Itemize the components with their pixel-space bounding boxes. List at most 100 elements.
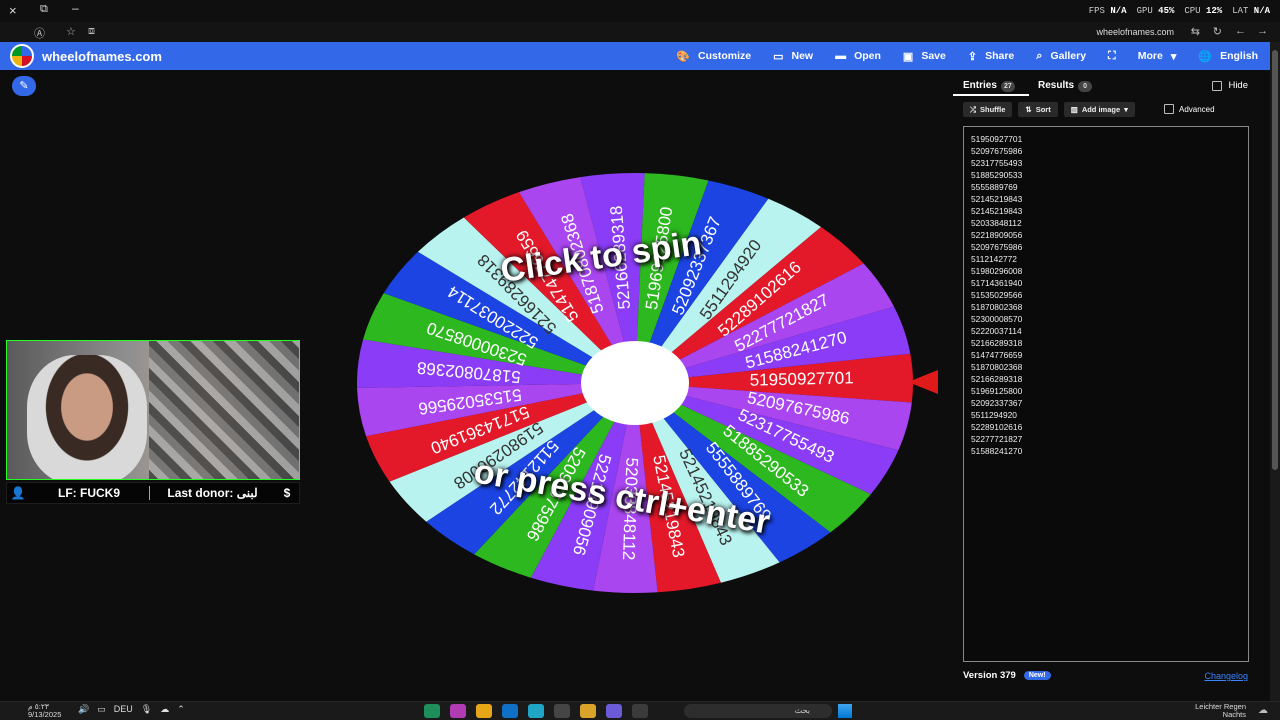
- save-label: Save: [921, 50, 946, 62]
- fullscreen-button[interactable]: ⛶: [1108, 50, 1116, 63]
- app-icon-2[interactable]: [450, 704, 466, 718]
- clock-date: 9/13/2025: [28, 710, 62, 719]
- outlook-icon[interactable]: [502, 704, 518, 718]
- entry-row[interactable]: 5511294920: [971, 409, 1241, 421]
- taskbar-search[interactable]: بحث: [684, 704, 832, 718]
- cpu-value: 12%: [1205, 6, 1223, 16]
- entry-row[interactable]: 51980296008: [971, 265, 1241, 277]
- back-icon[interactable]: ←: [1235, 25, 1246, 37]
- add-image-button[interactable]: ▨ Add image ▾: [1063, 102, 1135, 117]
- entry-row[interactable]: 52277721827: [971, 433, 1241, 445]
- entry-row[interactable]: 51714361940: [971, 277, 1241, 289]
- advanced-label: Advanced: [1179, 104, 1215, 114]
- profile-icon[interactable]: Ⓐ: [34, 25, 45, 41]
- copilot-icon[interactable]: [606, 704, 622, 718]
- chevron-up-icon[interactable]: ⌃: [177, 704, 185, 715]
- entry-row[interactable]: 52033848112: [971, 217, 1241, 229]
- entry-row[interactable]: 51535029566: [971, 289, 1241, 301]
- results-tab-label: Results: [1038, 80, 1075, 91]
- clock[interactable]: ٥:٢٣ م 9/13/2025: [28, 703, 61, 719]
- advanced-checkbox[interactable]: [1164, 104, 1174, 114]
- mic-icon[interactable]: 🎙: [141, 704, 152, 715]
- folder-icon: ▬: [835, 50, 847, 62]
- extension-icon[interactable]: ⧈: [88, 25, 95, 38]
- entry-row[interactable]: 52220037114: [971, 325, 1241, 337]
- new-badge: New!: [1023, 671, 1051, 680]
- wheel-center-hub[interactable]: [581, 341, 689, 425]
- edge-icon[interactable]: [528, 704, 544, 718]
- system-tray: 🔊 ▭ DEU 🎙 ☁ ⌃: [78, 704, 185, 715]
- entry-row[interactable]: 51588241270: [971, 445, 1241, 457]
- wheel-logo-icon[interactable]: [10, 44, 34, 68]
- entry-row[interactable]: 52166289318: [971, 373, 1241, 385]
- star-icon[interactable]: ☆: [66, 25, 76, 38]
- entry-row[interactable]: 52145219843: [971, 205, 1241, 217]
- entry-row[interactable]: 52097675986: [971, 145, 1241, 157]
- changelog-link[interactable]: Changelog: [1204, 671, 1248, 681]
- url-text[interactable]: wheelofnames.com: [1096, 27, 1174, 37]
- wheel-pointer-icon: [908, 370, 938, 394]
- weather-widget[interactable]: Leichter Regen Nachts: [1195, 703, 1246, 719]
- entry-row[interactable]: 51885290533: [971, 169, 1241, 181]
- entry-row[interactable]: 51870802368: [971, 361, 1241, 373]
- new-button[interactable]: ▭ New: [773, 50, 813, 63]
- language-button[interactable]: 🌐 English: [1198, 50, 1258, 63]
- entries-textarea[interactable]: 51950927701 52097675986 52317755493 5188529…: [963, 126, 1249, 662]
- edit-pencil-button[interactable]: ✎: [12, 76, 36, 96]
- task-view-icon[interactable]: [632, 704, 648, 718]
- share-button[interactable]: ⇪ Share: [968, 50, 1014, 63]
- results-count-badge: 0: [1078, 81, 1093, 92]
- shuffle-button[interactable]: ⤮ Shuffle: [963, 102, 1013, 117]
- open-button[interactable]: ▬ Open: [835, 50, 881, 62]
- advanced-toggle[interactable]: Advanced: [1164, 104, 1215, 114]
- entry-row[interactable]: 51950927701: [971, 133, 1241, 145]
- restore-icon[interactable]: ⧉: [40, 3, 48, 16]
- page-scrollbar[interactable]: [1270, 42, 1280, 702]
- entry-row[interactable]: 5112142772: [971, 253, 1241, 265]
- minimize-icon[interactable]: –: [72, 1, 79, 15]
- entry-row[interactable]: 52092337367: [971, 397, 1241, 409]
- reload-icon[interactable]: ↻: [1213, 25, 1222, 38]
- entry-row[interactable]: 51474776659: [971, 349, 1241, 361]
- network-icon[interactable]: ▭: [97, 704, 106, 715]
- close-icon[interactable]: ×: [9, 3, 17, 18]
- hide-label: Hide: [1228, 80, 1248, 91]
- entry-row[interactable]: 52145219843: [971, 193, 1241, 205]
- cloud-icon[interactable]: ☁: [160, 704, 169, 715]
- chrome-icon[interactable]: [476, 704, 492, 718]
- entry-row[interactable]: 52218909056: [971, 229, 1241, 241]
- hide-toggle[interactable]: Hide: [1212, 80, 1248, 91]
- windows-start-icon[interactable]: [838, 704, 852, 718]
- wheel-segment-label: 51950927701: [750, 368, 854, 389]
- language-indicator[interactable]: DEU: [114, 704, 133, 715]
- tab-results[interactable]: Results 0: [1038, 80, 1093, 92]
- entry-row[interactable]: 52300008570: [971, 313, 1241, 325]
- forward-icon[interactable]: →: [1257, 25, 1268, 37]
- customize-button[interactable]: 🎨 Customize: [676, 50, 751, 63]
- dollar-icon: $: [283, 486, 291, 500]
- entry-row[interactable]: 5555889769: [971, 181, 1241, 193]
- volume-icon[interactable]: 🔊: [78, 704, 89, 715]
- tab-entries[interactable]: Entries 27: [963, 80, 1015, 92]
- cpu-label: CPU: [1184, 6, 1201, 16]
- gallery-label: Gallery: [1050, 50, 1087, 62]
- entry-row[interactable]: 52097675986: [971, 241, 1241, 253]
- app-icon-1[interactable]: [424, 704, 440, 718]
- performance-stats: FPS N/A GPU 45% CPU 12% LAT N/A: [1089, 6, 1270, 16]
- gallery-button[interactable]: ⌕ Gallery: [1036, 50, 1086, 63]
- entry-row[interactable]: 52317755493: [971, 157, 1241, 169]
- save-button[interactable]: ▣ Save: [903, 50, 946, 63]
- explorer-icon[interactable]: [580, 704, 596, 718]
- tabs-icon[interactable]: ⇆: [1191, 25, 1200, 38]
- entry-row[interactable]: 52166289318: [971, 337, 1241, 349]
- entry-row[interactable]: 51969125800: [971, 385, 1241, 397]
- entry-row[interactable]: 52289102616: [971, 421, 1241, 433]
- hide-checkbox[interactable]: [1212, 80, 1223, 91]
- scrollbar-thumb[interactable]: [1272, 50, 1278, 470]
- more-button[interactable]: More ▾: [1138, 50, 1177, 63]
- sort-button[interactable]: ⇅ Sort: [1018, 102, 1058, 117]
- gpu-label: GPU: [1136, 6, 1153, 16]
- store-icon[interactable]: [554, 704, 570, 718]
- site-brand[interactable]: wheelofnames.com: [42, 49, 162, 64]
- entry-row[interactable]: 51870802368: [971, 301, 1241, 313]
